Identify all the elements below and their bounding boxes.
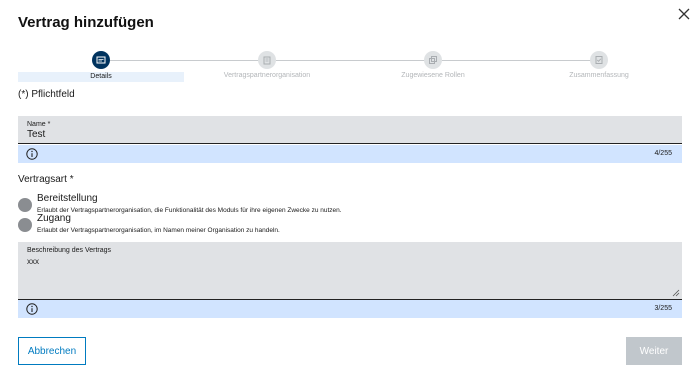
step-summary[interactable]: Zusammenfassung [516, 48, 682, 84]
name-character-counter: 4/255 [654, 150, 672, 157]
description-character-counter: 3/255 [654, 305, 672, 312]
radio-button[interactable] [18, 218, 32, 232]
resize-grip-icon[interactable] [672, 289, 680, 297]
radio-option-description: Erlaubt der Vertragspartnerorganisation,… [37, 227, 280, 234]
close-icon[interactable] [676, 6, 692, 22]
name-field[interactable]: Name * Test [18, 116, 682, 144]
required-field-note: (*) Pflichtfeld [18, 89, 75, 100]
summary-icon [590, 51, 608, 69]
stepper: Details Vertragspartnerorganisation Zuge… [18, 48, 682, 84]
name-field-label: Name * [27, 121, 51, 128]
description-textarea[interactable]: Beschreibung des Vertrags xxx [18, 242, 682, 300]
radio-button[interactable] [18, 198, 32, 212]
roles-icon [424, 51, 442, 69]
description-field-hint: 3/255 [18, 300, 682, 318]
step-assigned-roles[interactable]: Zugewiesene Rollen [350, 48, 516, 84]
info-icon[interactable] [26, 148, 38, 160]
contract-type-label: Vertragsart * [18, 174, 74, 185]
description-label: Beschreibung des Vertrags [27, 247, 112, 254]
step-label: Vertragspartnerorganisation [223, 72, 311, 79]
name-field-value[interactable]: Test [27, 129, 45, 140]
radio-option-zugang[interactable]: Zugang Erlaubt der Vertragspartnerorgani… [18, 213, 618, 237]
next-button[interactable]: Weiter [626, 337, 682, 365]
description-value[interactable]: xxx [27, 257, 39, 266]
step-label: Zugewiesene Rollen [401, 72, 465, 79]
form-icon [92, 51, 110, 69]
building-icon [258, 51, 276, 69]
step-label: Details [18, 72, 184, 82]
info-icon[interactable] [26, 303, 38, 315]
name-field-hint: 4/255 [18, 145, 682, 163]
radio-option-title: Bereitstellung [37, 193, 98, 204]
step-details[interactable]: Details [18, 48, 184, 84]
cancel-button[interactable]: Abbrechen [18, 337, 86, 365]
dialog-title: Vertrag hinzufügen [18, 14, 154, 31]
step-label: Zusammenfassung [569, 72, 629, 79]
radio-option-title: Zugang [37, 213, 71, 224]
step-partner-organization[interactable]: Vertragspartnerorganisation [184, 48, 350, 84]
